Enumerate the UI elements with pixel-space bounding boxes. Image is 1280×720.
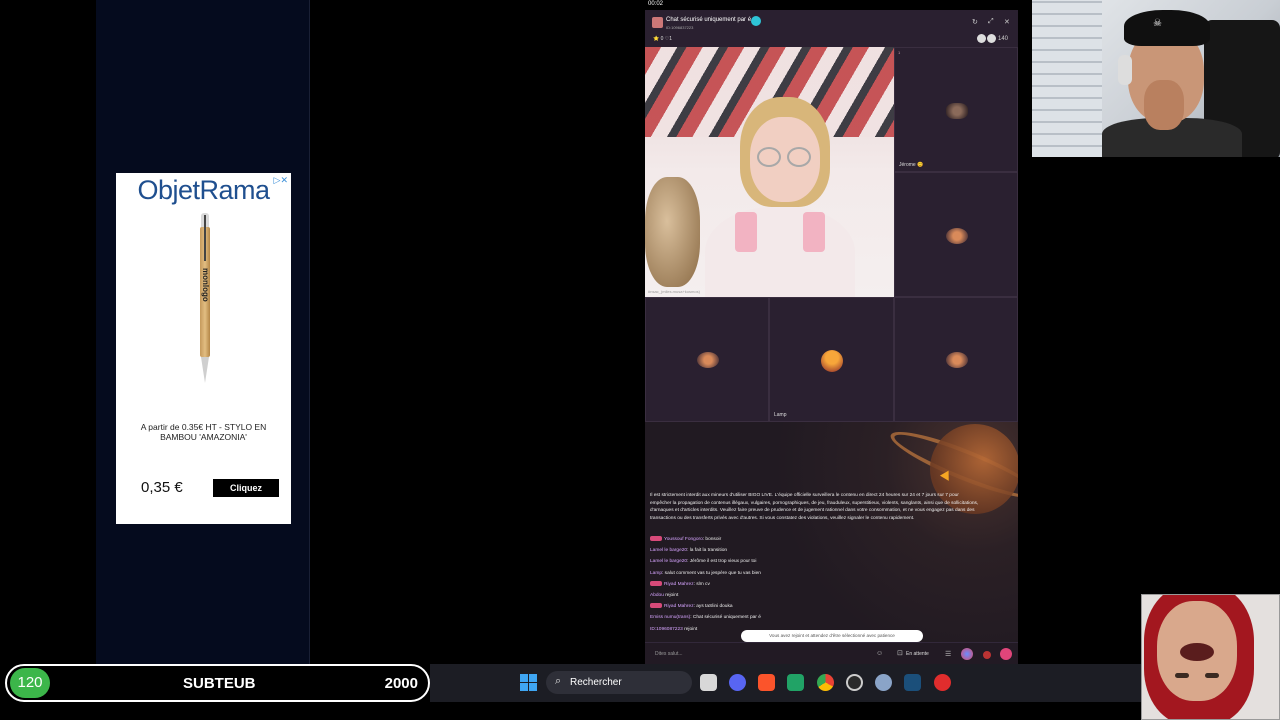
heart-icon[interactable] xyxy=(983,651,991,659)
seat-name: Lamp xyxy=(774,412,787,418)
ad-banner[interactable]: ObjetRama ▷✕ monlogo A partir de 0.35€ H… xyxy=(116,173,291,524)
expand-icon[interactable]: ⤢ xyxy=(988,18,994,26)
menu-icon[interactable]: ☰ xyxy=(945,650,951,658)
ad-cta-button[interactable]: Cliquez xyxy=(213,479,279,497)
guest-avatar xyxy=(821,350,843,372)
file-explorer-icon[interactable] xyxy=(700,674,717,691)
room-id: ID:1096837223 xyxy=(666,25,694,30)
brave-icon[interactable] xyxy=(758,674,775,691)
ad-description: A partir de 0.35€ HT - STYLO EN BAMBOU '… xyxy=(140,422,267,442)
pen-image: monlogo xyxy=(198,213,212,383)
spreadsheet-icon[interactable] xyxy=(787,674,804,691)
guest-seat-4[interactable]: Lamp xyxy=(769,297,894,422)
chrome-icon[interactable] xyxy=(817,674,834,691)
viewer-count: 140 xyxy=(997,36,1008,43)
chat-input[interactable]: Dites salut... xyxy=(655,651,683,657)
bigo-live-window: 00:02 Chat sécurisé uniquement par é ID:… xyxy=(645,0,1018,664)
viewer-avatar[interactable] xyxy=(977,34,987,43)
guest-seat-2[interactable] xyxy=(894,172,1018,297)
refresh-icon[interactable]: ↻ xyxy=(972,18,978,26)
streamer-webcam: ☠ xyxy=(1032,0,1280,157)
guest-avatar xyxy=(946,103,968,119)
seat-name: Jérome 😊 xyxy=(899,162,924,168)
chat-message: Emiss numu(trans): Chat sécurisé uniquem… xyxy=(650,615,761,621)
close-icon[interactable]: ✕ xyxy=(1004,18,1010,26)
room-avatar[interactable] xyxy=(652,17,663,28)
screen: ObjetRama ▷✕ monlogo A partir de 0.35€ H… xyxy=(0,0,1280,720)
room-header: Chat sécurisé uniquement par é ID:109683… xyxy=(645,10,1018,47)
chat-message: Lamel le barge20: la fait la transition xyxy=(650,548,728,554)
chat-area: Il est strictement interdit aux mineurs … xyxy=(645,421,1018,664)
seat-lock-icon xyxy=(946,352,968,368)
guest-seat-3[interactable] xyxy=(645,297,769,422)
sub-goal-bar: 120 SUBTEUB 2000 xyxy=(5,664,430,702)
emoji-icon[interactable]: ☺ xyxy=(876,650,883,657)
gift-box-icon[interactable] xyxy=(1000,648,1012,660)
join-toast: Vous avez rejoint et attendez d'être sél… xyxy=(741,630,923,642)
status-bar: 00:02 xyxy=(645,0,1018,10)
host-tag: #nsac_(mlles.musa+kosmos) xyxy=(648,289,700,294)
chat-message: Youssouf Fongoro: bonsoir xyxy=(650,534,1010,545)
mic-icon[interactable]: ⊡ xyxy=(897,649,903,657)
steam-icon[interactable] xyxy=(904,674,921,691)
waiting-status: En attente xyxy=(906,651,929,657)
guest-seat-1[interactable]: 1 Jérome 😊 xyxy=(894,47,1018,172)
guest-seat-5[interactable] xyxy=(894,297,1018,422)
verified-icon xyxy=(751,16,761,26)
secondary-webcam xyxy=(1141,594,1280,720)
clock: 00:02 xyxy=(648,1,664,7)
chat-message: Lamel le barge20: Jérôme il est trop vie… xyxy=(650,559,757,565)
chat-message: Riyad Mahrez: slm cv xyxy=(650,579,1010,590)
safety-notice: Il est strictement interdit aux mineurs … xyxy=(650,493,979,521)
chat-message: Lamp: salut comment vas tu jespère que t… xyxy=(650,570,761,576)
chat-message: Abdou rejoint xyxy=(650,593,679,599)
sub-goal-target: 2000 xyxy=(384,675,418,692)
chat-messages: Youssouf Fongoro: bonsoir Lamel le barge… xyxy=(650,534,1010,635)
windows-taskbar: ⌕ Rechercher xyxy=(430,664,1141,702)
gift-icon[interactable] xyxy=(961,648,973,660)
host-video[interactable]: #nsac_(mlles.musa+kosmos) xyxy=(645,47,894,297)
viewer-avatar[interactable] xyxy=(987,34,997,43)
discord-icon[interactable] xyxy=(729,674,746,691)
ad-price: 0,35 € xyxy=(141,479,183,496)
settings-icon[interactable] xyxy=(875,674,892,691)
pen-imprint: monlogo xyxy=(201,268,210,302)
search-label: Rechercher xyxy=(570,677,622,688)
chat-message: Riyad Mahrez: ays taSlini douka xyxy=(650,601,1010,612)
seat-lock-icon xyxy=(697,352,719,368)
cap-logo-icon: ☠ xyxy=(1153,18,1162,29)
ad-close-icon[interactable]: ▷✕ xyxy=(274,175,288,186)
fan-counter: ⭐ 0 ♡1 xyxy=(653,36,673,42)
obs-icon[interactable] xyxy=(846,674,863,691)
sub-goal-label: SUBTEUB xyxy=(183,675,256,692)
windows-start-icon[interactable] xyxy=(520,674,537,691)
sub-count: 120 xyxy=(10,668,50,698)
youtube-icon[interactable] xyxy=(934,674,951,691)
room-title: Chat sécurisé uniquement par é xyxy=(666,17,752,23)
seat-number: 1 xyxy=(898,50,901,55)
chat-input-bar[interactable]: Dites salut... ☺ ⊡ En attente ☰ xyxy=(645,642,1018,664)
viewer-avatars[interactable]: 140 xyxy=(976,34,1008,43)
taskbar-search[interactable]: ⌕ Rechercher xyxy=(546,671,692,694)
seat-lock-icon xyxy=(946,228,968,244)
ad-brand-logo: ObjetRama xyxy=(137,175,270,205)
search-icon: ⌕ xyxy=(555,675,562,687)
